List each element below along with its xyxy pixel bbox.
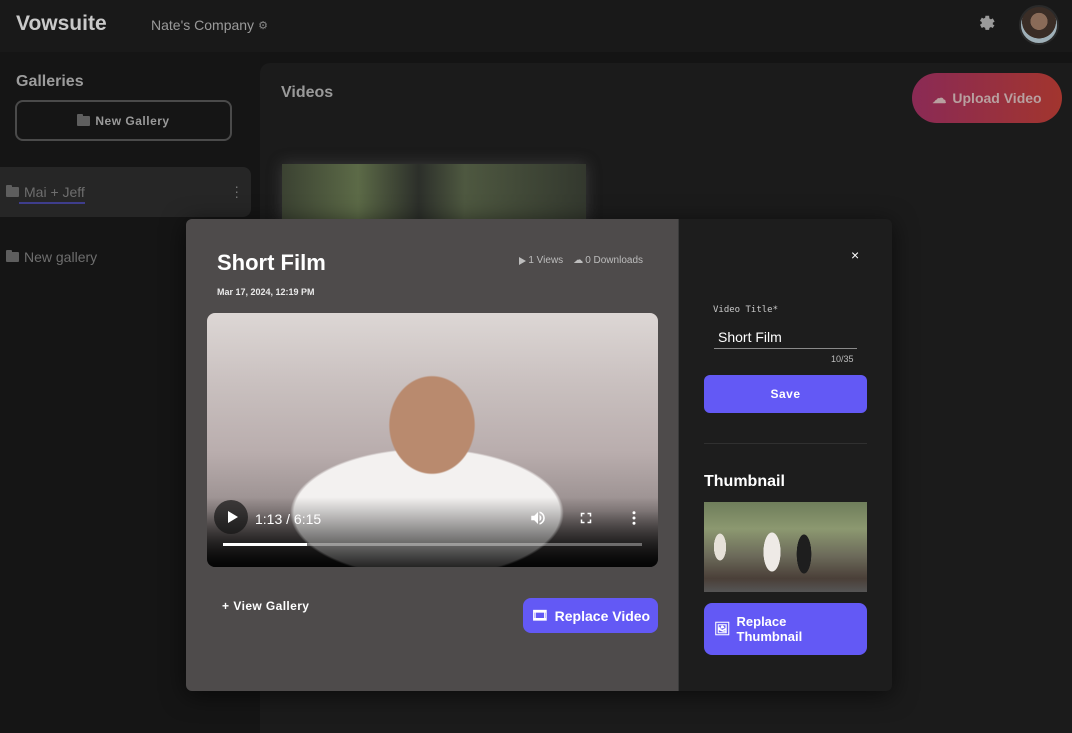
play-icon <box>519 256 527 265</box>
playback-time: 1:13 / 6:15 <box>255 511 322 527</box>
play-button[interactable] <box>214 500 248 534</box>
video-date: Mar 17, 2024, 12:19 PM <box>217 287 315 297</box>
views-count: 1 Views <box>528 255 564 266</box>
new-gallery-button[interactable]: New Gallery <box>15 100 232 141</box>
folder-icon <box>6 250 19 262</box>
video-modal: Short Film 1 Views ☁ 0 Downloads Mar 17,… <box>186 219 892 691</box>
downloads-count: 0 Downloads <box>585 255 643 266</box>
brand-logo[interactable]: Vowsuite <box>16 12 107 36</box>
view-gallery-link[interactable]: + View Gallery <box>222 599 309 613</box>
divider <box>704 443 867 444</box>
volume-icon[interactable] <box>529 509 547 527</box>
folder-icon <box>6 185 19 197</box>
company-name: Nate's Company <box>151 17 255 33</box>
gear-icon[interactable] <box>975 13 997 35</box>
modal-right-panel: × Video Title* 10/35 Save Thumbnail 🖼 Re… <box>678 219 892 691</box>
views-stat: 1 Views <box>519 255 563 266</box>
page-title: Videos <box>281 84 334 101</box>
downloads-stat: ☁ 0 Downloads <box>573 255 643 266</box>
image-icon: 🖼 <box>714 621 731 636</box>
top-bar: Vowsuite Nate's Company ⚙ <box>0 0 1072 52</box>
video-title-input[interactable] <box>714 325 857 349</box>
replace-thumbnail-button[interactable]: 🖼 Replace Thumbnail <box>704 603 867 655</box>
more-vertical-icon[interactable] <box>625 509 643 527</box>
close-icon[interactable]: × <box>851 247 859 263</box>
video-player[interactable]: 1:13 / 6:15 <box>207 313 658 567</box>
film-icon: 🎞 <box>530 607 549 623</box>
sidebar-item-label: Mai + Jeff <box>24 184 85 200</box>
video-title: Short Film <box>217 250 326 275</box>
sidebar-item-mai-jeff[interactable]: Mai + Jeff · · · <box>0 167 251 217</box>
sidebar-title: Galleries <box>16 73 84 90</box>
upload-video-label: Upload Video <box>952 90 1042 106</box>
play-icon <box>227 511 238 523</box>
character-counter: 10/35 <box>831 354 854 364</box>
save-button[interactable]: Save <box>704 375 867 413</box>
folder-plus-icon <box>77 113 91 126</box>
replace-thumbnail-label: Replace Thumbnail <box>736 614 803 644</box>
thumbnail-image <box>704 502 867 592</box>
active-underline <box>19 202 85 204</box>
modal-left-panel: Short Film 1 Views ☁ 0 Downloads Mar 17,… <box>186 219 678 691</box>
cloud-download-icon: ☁ <box>573 255 584 266</box>
company-switcher[interactable]: Nate's Company ⚙ <box>151 17 268 33</box>
cloud-upload-icon: ☁ <box>932 89 947 106</box>
video-title-label: Video Title* <box>713 305 779 315</box>
progress-fill <box>223 543 307 546</box>
video-stats: 1 Views ☁ 0 Downloads <box>519 255 643 266</box>
gear-icon[interactable]: ⚙ <box>258 19 268 32</box>
fullscreen-icon[interactable] <box>577 509 595 527</box>
replace-video-button[interactable]: 🎞 Replace Video <box>523 598 658 633</box>
upload-video-button[interactable]: ☁ Upload Video <box>912 73 1062 123</box>
view-gallery-label: View Gallery <box>233 599 310 613</box>
user-avatar[interactable] <box>1019 5 1059 45</box>
more-vertical-icon[interactable]: · · · <box>234 179 239 203</box>
share-icon: + <box>222 599 230 613</box>
video-card-thumbnail[interactable] <box>282 164 586 224</box>
thumbnail-heading: Thumbnail <box>704 473 785 490</box>
new-gallery-label: New Gallery <box>95 113 170 128</box>
progress-bar[interactable] <box>223 543 642 546</box>
sidebar-item-label: New gallery <box>24 249 98 265</box>
replace-video-label: Replace Video <box>554 607 651 624</box>
